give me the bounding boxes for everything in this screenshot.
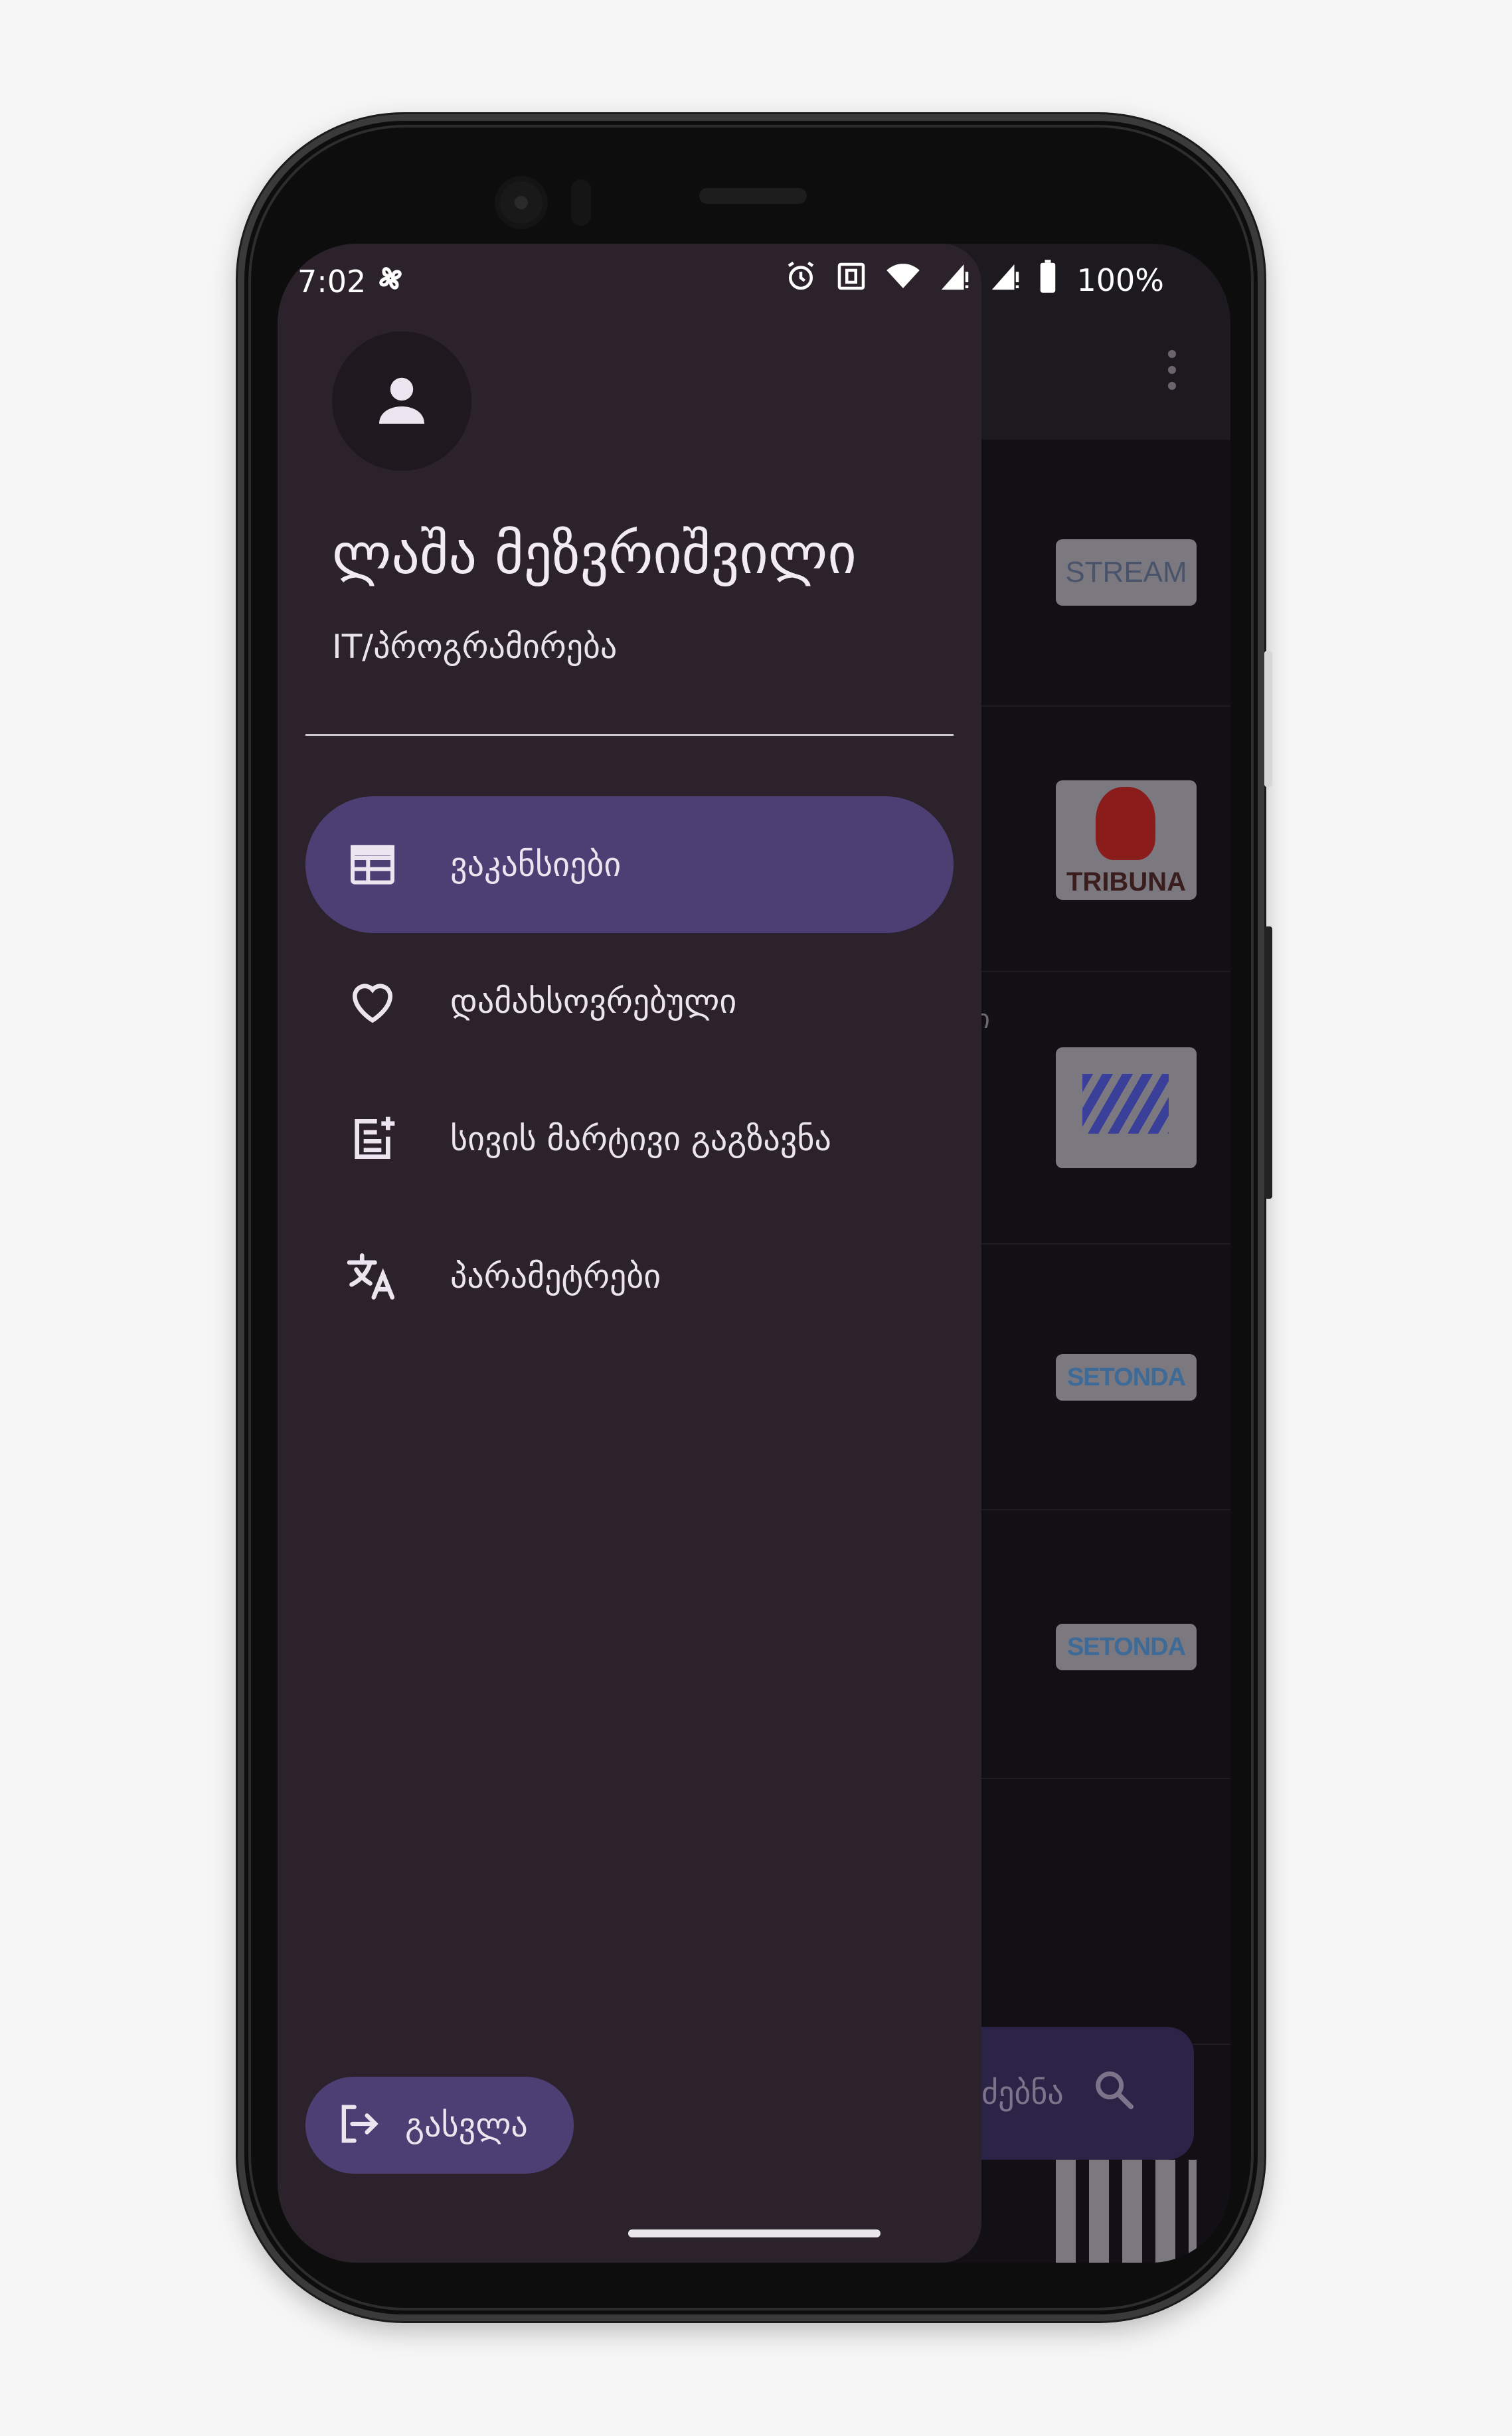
volume-button — [1264, 926, 1272, 1199]
table-icon — [343, 835, 402, 895]
more-options-icon[interactable] — [1167, 350, 1177, 396]
nav-item-label: სივის მარტივი გაგზავნა — [450, 1120, 831, 1158]
logout-icon — [333, 2099, 384, 2152]
user-role: IT/პროგრამირება — [332, 628, 618, 666]
nfc-icon — [833, 258, 869, 302]
signal-icon — [937, 258, 973, 302]
earpiece-speaker — [699, 188, 807, 204]
battery-percent: 100% — [1076, 262, 1164, 298]
company-logo — [1056, 1047, 1197, 1168]
navigation-drawer: ლაშა მეზვრიშვილი IT/პროგრამირება ვაკანსი… — [278, 244, 981, 2263]
post-add-icon — [343, 1109, 402, 1169]
nav-item-label: ვაკანსიები — [450, 845, 622, 884]
logout-label: გასვლა — [405, 2106, 528, 2144]
translate-icon — [343, 1247, 402, 1306]
search-fab-label: ძებნა — [981, 2075, 1064, 2112]
alarm-icon — [783, 258, 819, 302]
screen: STREAM TRIBUNA SETONDA SETONDA ი ძებნა ლ… — [278, 244, 1230, 2263]
avatar[interactable] — [332, 331, 471, 471]
nav-item-saved[interactable]: დამახსოვრებული — [305, 933, 954, 1070]
search-icon — [1090, 2066, 1137, 2121]
wifi-icon — [884, 258, 922, 302]
nav-item-label: პარამეტრები — [450, 1257, 661, 1296]
divider — [305, 734, 954, 736]
nav-item-vacancies[interactable]: ვაკანსიები — [305, 796, 954, 933]
logout-button[interactable]: გასვლა — [305, 2077, 574, 2174]
company-logo: SETONDA — [1056, 1354, 1197, 1401]
qr-image — [1056, 2160, 1197, 2263]
company-logo: TRIBUNA — [1056, 780, 1197, 900]
signal-icon — [987, 258, 1023, 302]
nav-item-label: დამახსოვრებული — [450, 982, 737, 1021]
front-camera — [495, 176, 548, 229]
battery-icon — [1038, 258, 1058, 302]
nav-item-settings[interactable]: პარამეტრები — [305, 1208, 954, 1345]
heart-icon — [343, 972, 402, 1031]
status-bar: 7:02 100% — [278, 244, 1230, 323]
nav-item-send-cv[interactable]: სივის მარტივი გაგზავნა — [305, 1071, 954, 1207]
home-indicator[interactable] — [628, 2229, 881, 2237]
person-icon — [370, 368, 434, 434]
fan-icon — [371, 258, 410, 305]
status-time: 7:02 — [297, 264, 367, 300]
power-button — [1264, 651, 1272, 787]
proximity-sensor — [571, 179, 591, 226]
company-logo: STREAM — [1056, 539, 1197, 606]
user-name: ლაშა მეზვრიშვილი — [332, 521, 857, 586]
company-logo: SETONDA — [1056, 1624, 1197, 1670]
